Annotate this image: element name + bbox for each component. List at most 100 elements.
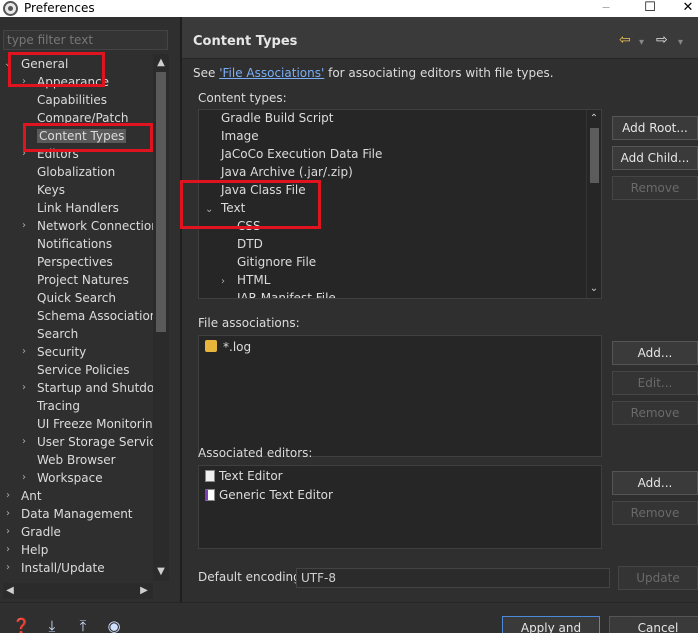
tree-item[interactable]: › Security (19, 343, 86, 361)
tree-item[interactable]: › Appearance (19, 73, 109, 91)
collapsed-chevron-icon[interactable]: › (3, 487, 13, 505)
scroll-thumb[interactable] (156, 72, 166, 332)
content-type-item[interactable]: Image (205, 127, 259, 145)
tree-item-label: Editors (37, 147, 79, 161)
list-item[interactable]: Generic Text Editor (205, 486, 333, 504)
back-menu-icon[interactable]: ▾ (639, 36, 644, 50)
forward-arrow-icon[interactable]: ⇨ (656, 33, 668, 47)
tree-item[interactable]: › Editors (19, 145, 79, 163)
close-button[interactable]: ✕ (678, 0, 698, 16)
file-associations-list[interactable]: *.log (198, 335, 602, 457)
tree-item[interactable]: Link Handlers (19, 199, 119, 217)
tree-vertical-scrollbar[interactable]: ▲ ▼ (153, 54, 169, 581)
update-button[interactable]: Update (618, 566, 698, 590)
scroll-down-icon[interactable]: ▼ (154, 565, 168, 579)
content-type-item[interactable]: Gradle Build Script (205, 110, 333, 127)
tree-item[interactable]: Perspectives (19, 253, 113, 271)
filter-input[interactable]: type filter text (3, 30, 168, 50)
back-arrow-icon[interactable]: ⇦ (619, 33, 631, 47)
scroll-right-icon[interactable]: ▶ (137, 584, 151, 598)
content-type-item[interactable]: › HTML (221, 271, 270, 289)
collapsed-chevron-icon[interactable]: › (19, 217, 29, 235)
file-associations-label: File associations: (198, 316, 300, 330)
remove-content-type-button[interactable]: Remove (612, 176, 698, 200)
tree-item[interactable]: › User Storage Service (19, 433, 153, 451)
scroll-up-icon[interactable]: ▲ (154, 56, 168, 70)
collapsed-chevron-icon[interactable]: › (3, 559, 13, 577)
tree-item[interactable]: Quick Search (19, 289, 116, 307)
list-item[interactable]: *.log (205, 338, 251, 356)
tree-item[interactable]: Schema Associations (19, 307, 153, 325)
file-associations-link[interactable]: 'File Associations' (219, 66, 324, 80)
tree-item[interactable]: Keys (19, 181, 65, 199)
content-type-item[interactable]: Gitignore File (221, 253, 316, 271)
maximize-button[interactable]: ☐ (640, 0, 660, 16)
add-file-association-button[interactable]: Add... (612, 341, 698, 365)
tree-item-label: Network Connections (37, 219, 153, 233)
oomph-preference-recorder-icon[interactable]: ◉ (105, 617, 123, 633)
tree-item[interactable]: › Help (3, 541, 48, 559)
content-type-item[interactable]: JaCoCo Execution Data File (205, 145, 382, 163)
add-root-button[interactable]: Add Root... (612, 116, 698, 140)
collapsed-chevron-icon[interactable]: › (19, 343, 29, 361)
collapsed-chevron-icon[interactable]: › (19, 433, 29, 451)
collapsed-chevron-icon[interactable]: › (3, 505, 13, 523)
remove-editor-button[interactable]: Remove (612, 501, 698, 525)
collapsed-chevron-icon[interactable]: › (3, 541, 13, 559)
content-types-tree[interactable]: Gradle Build Script Image JaCoCo Execution… (198, 109, 602, 299)
expanded-chevron-icon[interactable]: ⌄ (3, 55, 13, 73)
tree-item[interactable]: › Ant (3, 487, 42, 505)
apply-and-close-button[interactable]: Apply and Close (502, 616, 600, 633)
minimize-button[interactable]: ‒ (596, 0, 616, 16)
collapsed-chevron-icon[interactable]: › (3, 523, 13, 541)
tree-item-label: Workspace (37, 471, 103, 485)
add-editor-button[interactable]: Add... (612, 471, 698, 495)
content-type-item[interactable]: JAR Manifest File (221, 289, 336, 298)
tree-item[interactable]: ⌄ General (3, 55, 69, 73)
tree-item[interactable]: Compare/Patch (19, 109, 128, 127)
content-type-item[interactable]: Java Class File (205, 181, 306, 199)
scroll-down-icon[interactable]: ⌄ (587, 282, 601, 296)
tree-item[interactable]: Service Policies (19, 361, 130, 379)
tree-horizontal-scrollbar[interactable]: ◀ ▶ (3, 583, 153, 599)
scroll-up-icon[interactable]: ⌃ (587, 112, 601, 126)
tree-item[interactable]: › Install/Update (3, 559, 105, 577)
tree-item[interactable]: UI Freeze Monitoring (19, 415, 153, 433)
content-type-item[interactable]: CSS (221, 217, 261, 235)
tree-item[interactable]: Content Types (19, 127, 127, 145)
collapsed-chevron-icon[interactable]: › (19, 73, 29, 91)
tree-item[interactable]: Capabilities (19, 91, 107, 109)
list-item[interactable]: Text Editor (205, 467, 283, 485)
remove-file-association-button[interactable]: Remove (612, 401, 698, 425)
import-icon[interactable]: ⤓ (43, 617, 61, 633)
tree-item[interactable]: › Startup and Shutdown (19, 379, 153, 397)
tree-item[interactable]: › Data Management (3, 505, 133, 523)
content-types-scrollbar[interactable]: ⌃ ⌄ (586, 110, 601, 298)
tree-item[interactable]: Globalization (19, 163, 115, 181)
expanded-chevron-icon[interactable]: ⌄ (205, 201, 221, 219)
scroll-thumb[interactable] (590, 128, 599, 183)
tree-item[interactable]: Web Browser (19, 451, 116, 469)
content-type-item[interactable]: Java Archive (.jar/.zip) (205, 163, 353, 181)
tree-item[interactable]: Notifications (19, 235, 112, 253)
collapsed-chevron-icon[interactable]: › (19, 469, 29, 487)
associated-editors-list[interactable]: Text Editor Generic Text Editor (198, 465, 602, 549)
add-child-button[interactable]: Add Child... (612, 146, 698, 170)
tree-item[interactable]: Project Natures (19, 271, 129, 289)
tree-item[interactable]: › Network Connections (19, 217, 153, 235)
scroll-left-icon[interactable]: ◀ (3, 584, 17, 598)
tree-item[interactable]: Search (19, 325, 78, 343)
forward-menu-icon[interactable]: ▾ (678, 36, 683, 50)
content-type-item[interactable]: ⌄ Text (205, 199, 245, 217)
edit-file-association-button[interactable]: Edit... (612, 371, 698, 395)
content-type-item[interactable]: DTD (221, 235, 263, 253)
help-icon[interactable]: ❓ (12, 617, 31, 633)
cancel-button[interactable]: Cancel (609, 616, 698, 633)
export-icon[interactable]: ⤒ (74, 617, 92, 633)
default-encoding-field[interactable]: UTF-8 (296, 568, 610, 588)
tree-item[interactable]: › Gradle (3, 523, 61, 541)
collapsed-chevron-icon[interactable]: › (19, 145, 29, 163)
collapsed-chevron-icon[interactable]: › (19, 379, 29, 397)
tree-item[interactable]: Tracing (19, 397, 80, 415)
tree-item[interactable]: › Workspace (19, 469, 103, 487)
